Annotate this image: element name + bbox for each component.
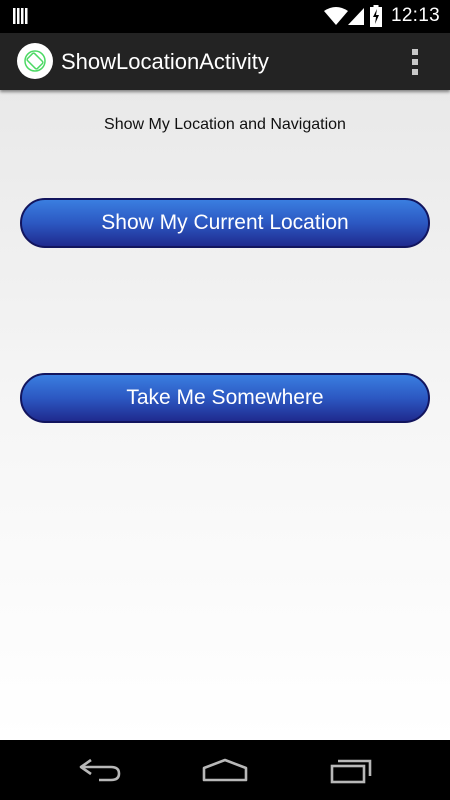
overflow-menu-icon — [412, 49, 418, 55]
main-content: Show My Location and Navigation Show My … — [0, 90, 450, 740]
status-bar: 12:13 — [0, 0, 450, 33]
overflow-menu-icon — [412, 59, 418, 65]
battery-charging-icon — [370, 5, 382, 27]
overflow-menu-icon — [412, 69, 418, 75]
back-icon[interactable] — [75, 754, 125, 786]
page-subtitle: Show My Location and Navigation — [104, 116, 346, 133]
signal-icon — [348, 8, 364, 25]
show-current-location-button[interactable]: Show My Current Location — [20, 198, 430, 248]
app-logo-icon[interactable] — [17, 43, 53, 79]
screen: 12:13 ShowLocationActivity Show My Locat… — [0, 0, 450, 800]
home-icon[interactable] — [200, 754, 250, 786]
take-me-somewhere-button[interactable]: Take Me Somewhere — [20, 373, 430, 423]
status-clock: 12:13 — [390, 5, 440, 26]
recents-icon[interactable] — [326, 754, 376, 786]
wifi-icon — [324, 7, 348, 25]
app-title: ShowLocationActivity — [61, 49, 269, 74]
navigation-bar — [0, 740, 450, 800]
action-bar: ShowLocationActivity — [0, 33, 450, 90]
notification-icon — [13, 8, 28, 24]
app-logo-glyph-icon — [24, 50, 46, 72]
overflow-menu-button[interactable] — [401, 43, 429, 79]
